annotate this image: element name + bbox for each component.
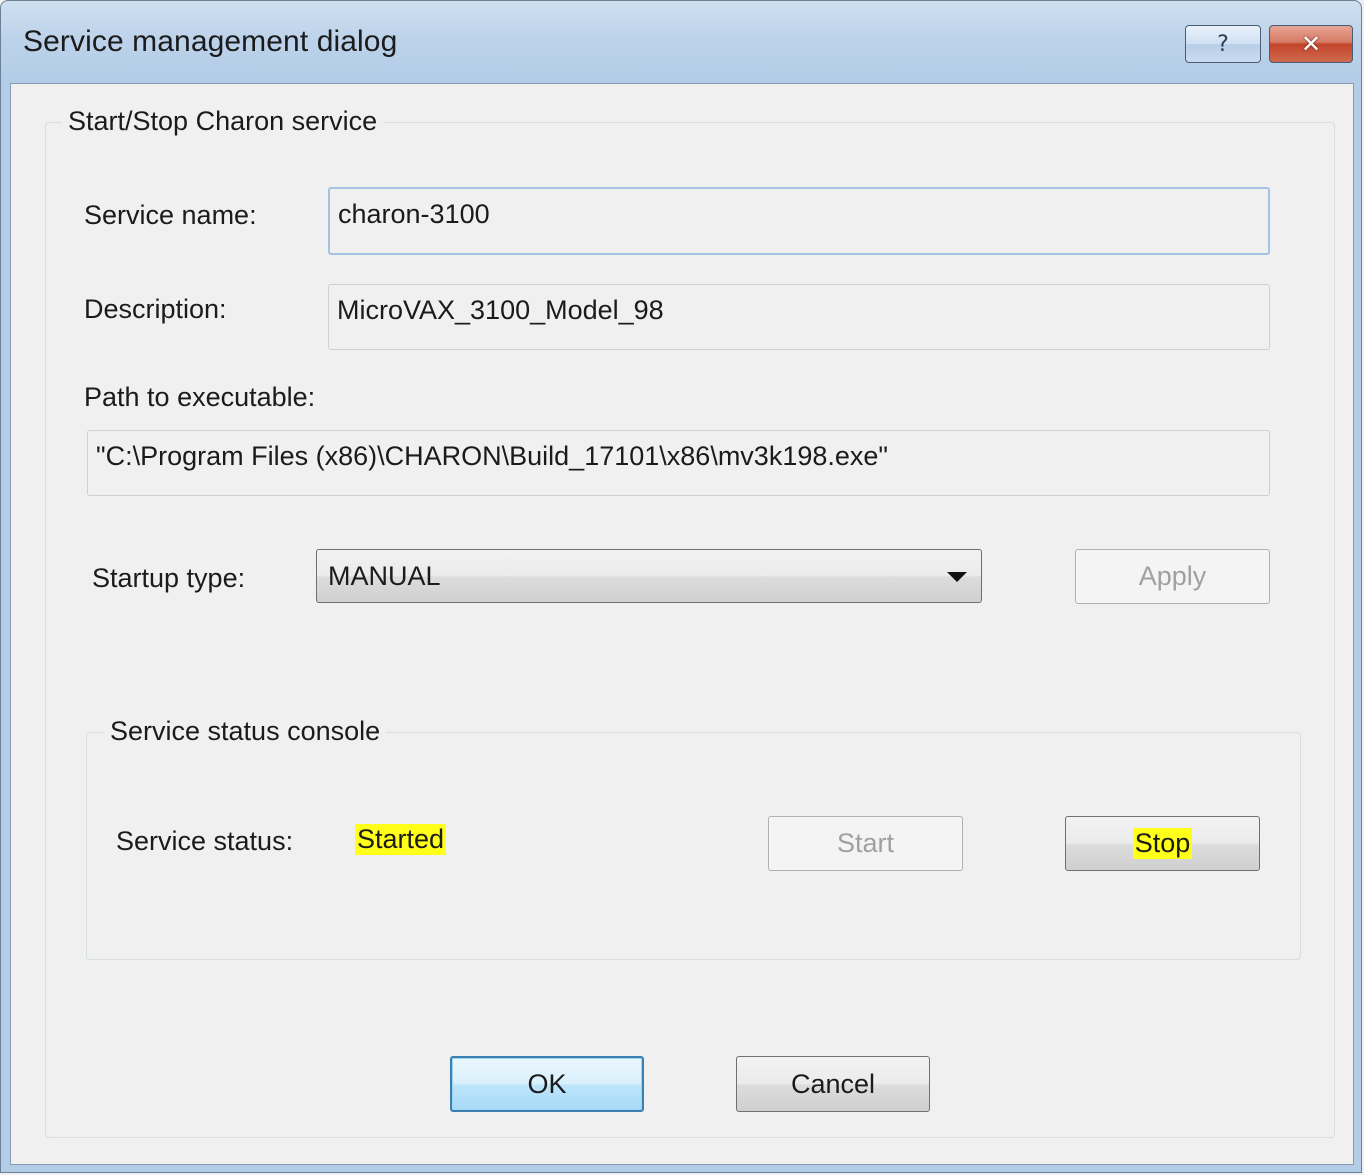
- service-name-label: Service name:: [84, 200, 257, 230]
- service-management-window: Service management dialog ? ✕ Start/Stop…: [0, 0, 1362, 1173]
- service-groupbox: [45, 122, 1335, 1138]
- service-status-value: Started: [355, 824, 447, 855]
- description-label: Description:: [84, 294, 227, 324]
- close-button[interactable]: ✕: [1269, 25, 1353, 63]
- window-title: Service management dialog: [23, 25, 398, 58]
- dialog-client-area: Start/Stop Charon service Service name: …: [10, 83, 1354, 1165]
- close-icon: ✕: [1300, 30, 1322, 58]
- path-field[interactable]: "C:\Program Files (x86)\CHARON\Build_171…: [87, 430, 1270, 496]
- title-bar[interactable]: Service management dialog ? ✕: [1, 1, 1361, 83]
- ok-button[interactable]: OK: [450, 1056, 644, 1112]
- apply-button[interactable]: Apply: [1075, 549, 1270, 604]
- stop-button-label: Stop: [1132, 828, 1193, 859]
- status-group-title: Service status console: [104, 716, 387, 747]
- cancel-button[interactable]: Cancel: [736, 1056, 930, 1112]
- path-label: Path to executable:: [84, 382, 316, 412]
- startup-type-label: Startup type:: [92, 563, 246, 593]
- service-status-label: Service status:: [116, 826, 294, 856]
- description-field[interactable]: MicroVAX_3100_Model_98: [328, 284, 1270, 350]
- help-icon: ?: [1217, 31, 1229, 57]
- startup-type-select[interactable]: MANUAL: [316, 549, 982, 603]
- startup-type-value: MANUAL: [328, 561, 441, 591]
- start-button[interactable]: Start: [768, 816, 963, 871]
- service-group-title: Start/Stop Charon service: [62, 106, 384, 137]
- chevron-down-icon[interactable]: [947, 572, 967, 582]
- service-name-field[interactable]: charon-3100: [328, 187, 1270, 255]
- stop-button[interactable]: Stop: [1065, 816, 1260, 871]
- help-button[interactable]: ?: [1185, 25, 1261, 63]
